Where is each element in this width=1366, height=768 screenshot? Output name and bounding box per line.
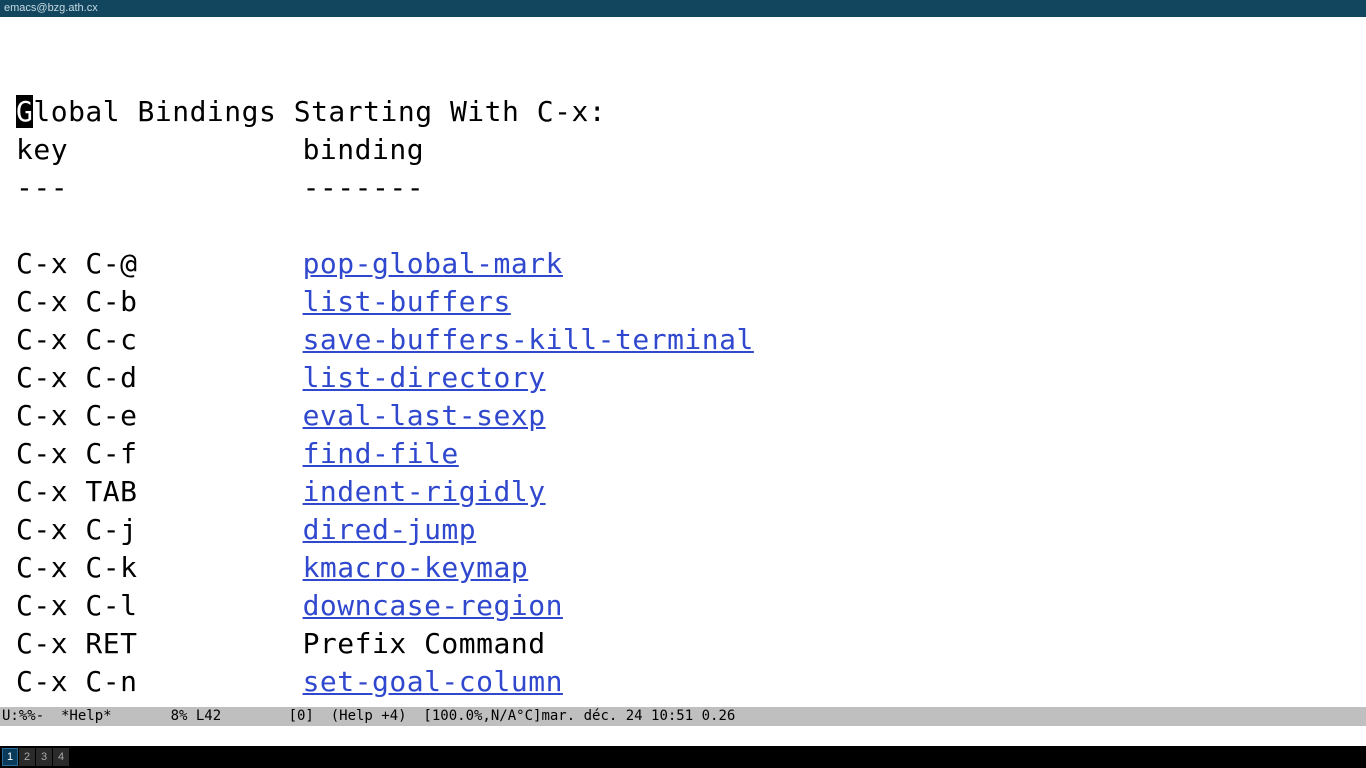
binding-key: C-x TAB (16, 473, 303, 511)
binding-row: C-x C-ffind-file (16, 435, 1350, 473)
binding-row: C-x C-dlist-directory (16, 359, 1350, 397)
buffer-title-row: Global Bindings Starting With C-x: (16, 93, 1350, 131)
binding-command-link[interactable]: list-buffers (303, 285, 511, 318)
mode-line[interactable]: U:%%- *Help* 8% L42 [0] (Help +4) [100.0… (0, 707, 1366, 726)
binding-command-link[interactable]: find-file (303, 437, 459, 470)
binding-command-link[interactable]: kmacro-keymap (303, 551, 529, 584)
emacs-frame: Global Bindings Starting With C-x:keybin… (0, 17, 1366, 746)
window-titlebar: emacs@bzg.ath.cx (0, 0, 1366, 17)
binding-command-link[interactable]: list-directory (303, 361, 546, 394)
workspace-button-3[interactable]: 3 (36, 748, 52, 766)
binding-row: C-x C-odelete-blank-lines (16, 701, 1350, 707)
rule-key: --- (16, 169, 303, 207)
binding-key: C-x C-d (16, 359, 303, 397)
binding-row: C-x C-@pop-global-mark (16, 245, 1350, 283)
binding-key: C-x C-o (16, 701, 303, 707)
blank-row (16, 207, 1350, 245)
workspace-switcher: 1234 (0, 746, 1366, 768)
binding-command-link[interactable]: pop-global-mark (303, 247, 563, 280)
binding-command-link[interactable]: save-buffers-kill-terminal (303, 323, 754, 356)
binding-key: C-x C-l (16, 587, 303, 625)
binding-key: C-x C-e (16, 397, 303, 435)
workspace-button-2[interactable]: 2 (19, 748, 35, 766)
binding-command: Prefix Command (303, 627, 546, 660)
binding-row: C-x TABindent-rigidly (16, 473, 1350, 511)
workspace-button-1[interactable]: 1 (2, 748, 18, 766)
minibuffer[interactable] (0, 726, 1366, 746)
binding-command-link[interactable]: delete-blank-lines (303, 703, 615, 707)
binding-key: C-x C-n (16, 663, 303, 701)
binding-row: C-x C-nset-goal-column (16, 663, 1350, 701)
binding-row: C-x C-eeval-last-sexp (16, 397, 1350, 435)
binding-command-link[interactable]: dired-jump (303, 513, 477, 546)
buffer-header-row: keybinding (16, 131, 1350, 169)
header-key: key (16, 131, 303, 169)
binding-key: C-x C-@ (16, 245, 303, 283)
binding-row: C-x C-jdired-jump (16, 511, 1350, 549)
binding-row: C-x C-kkmacro-keymap (16, 549, 1350, 587)
left-fringe (0, 17, 8, 707)
binding-key: C-x RET (16, 625, 303, 663)
window-title: emacs@bzg.ath.cx (4, 2, 98, 14)
binding-row: C-x C-csave-buffers-kill-terminal (16, 321, 1350, 359)
help-buffer[interactable]: Global Bindings Starting With C-x:keybin… (8, 17, 1358, 707)
binding-command-link[interactable]: eval-last-sexp (303, 399, 546, 432)
binding-key: C-x C-c (16, 321, 303, 359)
binding-key: C-x C-b (16, 283, 303, 321)
binding-command-link[interactable]: indent-rigidly (303, 475, 546, 508)
binding-key: C-x C-f (16, 435, 303, 473)
binding-command-link[interactable]: set-goal-column (303, 665, 563, 698)
binding-key: C-x C-k (16, 549, 303, 587)
binding-row: C-x C-blist-buffers (16, 283, 1350, 321)
workspace-button-4[interactable]: 4 (53, 748, 69, 766)
binding-key: C-x C-j (16, 511, 303, 549)
right-fringe (1358, 17, 1366, 707)
binding-command-link[interactable]: downcase-region (303, 589, 563, 622)
cursor: G (16, 95, 33, 128)
binding-row: C-x C-ldowncase-region (16, 587, 1350, 625)
binding-row: C-x RETPrefix Command (16, 625, 1350, 663)
buffer-rule-row: ---------- (16, 169, 1350, 207)
